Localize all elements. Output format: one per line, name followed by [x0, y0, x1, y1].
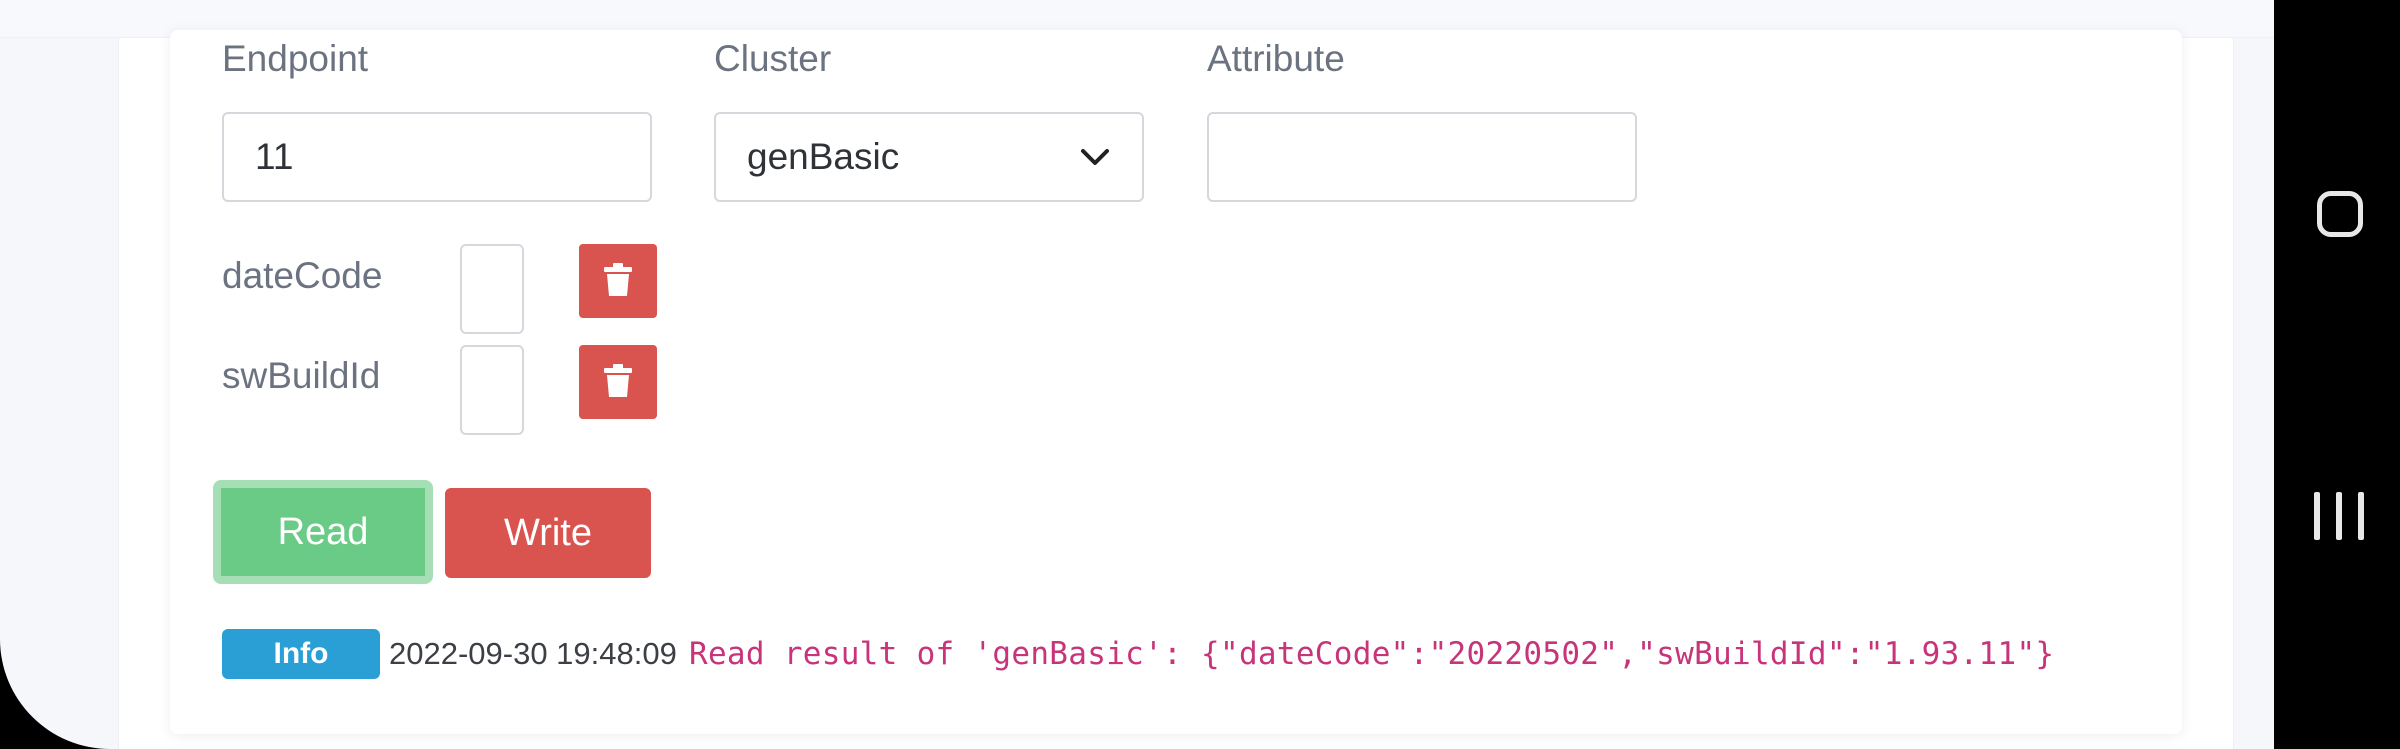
trash-icon	[603, 262, 633, 301]
endpoint-input[interactable]	[222, 112, 652, 202]
cluster-select-value: genBasic	[747, 136, 900, 177]
log-timestamp: 2022-09-30 19:48:09	[389, 636, 677, 671]
chevron-down-icon	[1078, 140, 1112, 174]
attribute-row-value-input[interactable]	[460, 244, 524, 334]
app-screen: Endpoint Cluster Attribute genBasic date…	[0, 0, 2274, 749]
write-button[interactable]: Write	[445, 488, 651, 578]
attribute-row-value-input[interactable]	[460, 345, 524, 435]
attribute-label: Attribute	[1207, 38, 1345, 79]
trash-icon	[603, 363, 633, 402]
home-square-icon[interactable]	[2317, 191, 2363, 237]
system-nav-bar	[2274, 0, 2400, 749]
attribute-row-name: dateCode	[222, 255, 383, 296]
delete-attribute-button[interactable]	[579, 345, 657, 419]
log-message: Read result of 'genBasic': {"dateCode":"…	[689, 636, 2055, 672]
cluster-label: Cluster	[714, 38, 832, 79]
read-button[interactable]: Read	[213, 480, 433, 584]
delete-attribute-button[interactable]	[579, 244, 657, 318]
endpoint-label: Endpoint	[222, 38, 369, 79]
recents-icon[interactable]	[2314, 492, 2364, 540]
attribute-row-name: swBuildId	[222, 355, 381, 396]
info-badge: Info	[222, 629, 380, 679]
cluster-select[interactable]: genBasic	[714, 112, 1144, 202]
attribute-input[interactable]	[1207, 112, 1637, 202]
